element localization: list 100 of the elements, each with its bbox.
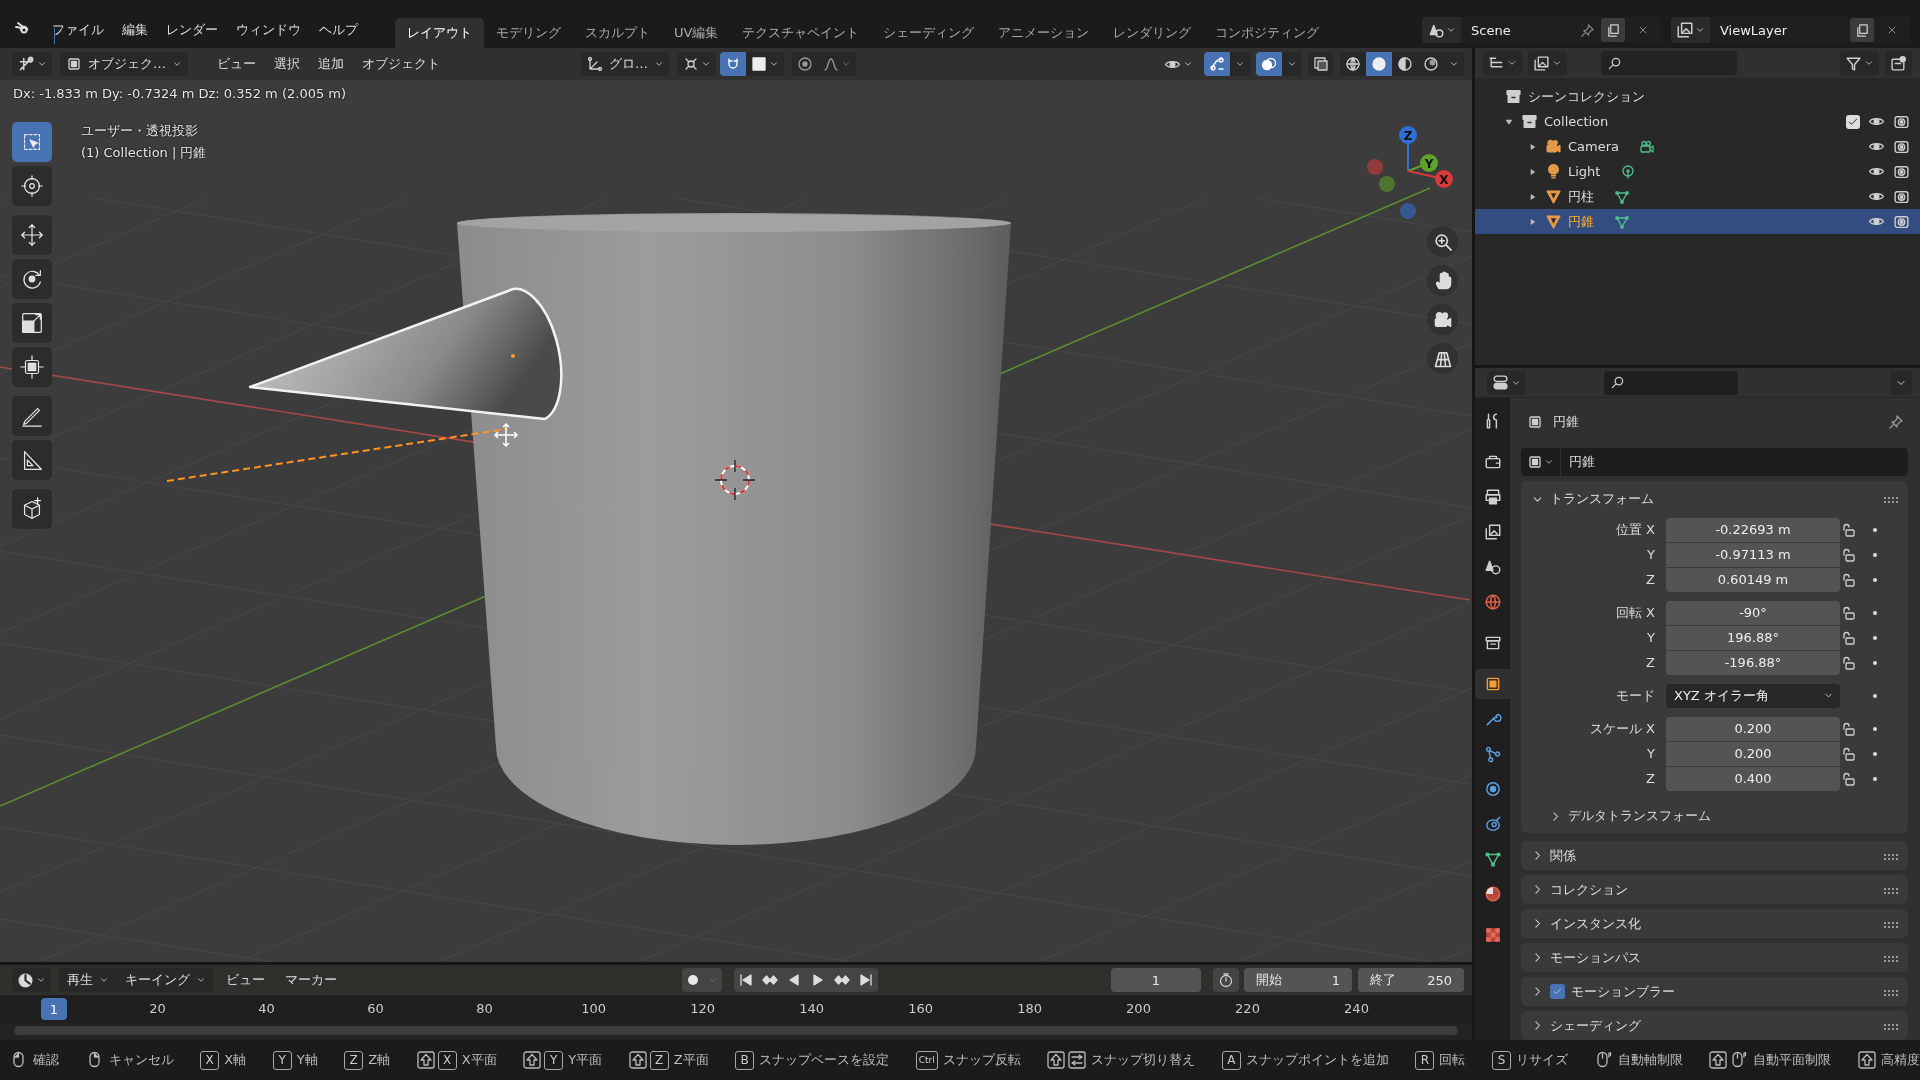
field-label: Z (1645, 771, 1656, 786)
hint-label: X軸 (224, 1051, 247, 1069)
panel-header[interactable]: トランスフォーム (1521, 481, 1908, 517)
keyboard-key: Z (649, 1050, 669, 1070)
menu-item[interactable]: レンダー (157, 12, 227, 48)
outliner-item-name[interactable]: 円錐 (1568, 212, 1594, 231)
outliner-row[interactable]: 円錐 (1475, 209, 1920, 234)
hint-label: キャンセル (108, 1051, 174, 1069)
view-layer-field[interactable]: ViewLayer (1710, 17, 1910, 43)
frame-number: 120 (690, 1001, 715, 1016)
number-field[interactable]: 196.88° (1666, 625, 1840, 650)
number-field[interactable]: -0.97113 m (1666, 542, 1840, 567)
menu-item[interactable]: 編集 (113, 12, 157, 48)
frame-number: 140 (799, 1001, 824, 1016)
orientation-dropdown[interactable]: グロ… (581, 52, 670, 76)
menu-dropdown[interactable]: キーイング (117, 968, 214, 992)
workspace-tab[interactable]: レイアウト (395, 18, 484, 48)
number-field[interactable]: -90° (1666, 600, 1840, 625)
keyboard-key: Z (344, 1050, 364, 1070)
keyboard-key: Y (272, 1050, 292, 1070)
frame-number: 200 (1126, 1001, 1151, 1016)
scene-field[interactable]: Scene (1461, 17, 1661, 43)
number-field[interactable]: 0.400 (1666, 766, 1840, 791)
field-label: 位置 X (1614, 520, 1656, 539)
hint-label: Z平面 (673, 1051, 709, 1069)
menu-item[interactable]: 選択 (265, 52, 309, 76)
start-frame-field[interactable]: 開始 1 (1244, 968, 1352, 992)
hint-label: スナップ反転 (942, 1051, 1021, 1069)
menu-item[interactable]: ビュー (208, 52, 265, 76)
panel-title: インスタンス化 (1550, 914, 1642, 933)
end-frame-field[interactable]: 終了 250 (1358, 968, 1464, 992)
workspace-tab[interactable]: スカルプト (573, 18, 662, 48)
field-label: モード (1615, 686, 1656, 705)
hint-label: 高精度 (1880, 1051, 1920, 1069)
hint-label: Y平面 (568, 1051, 603, 1069)
hint-label: Y軸 (296, 1051, 318, 1069)
hint-label: 回転 (1439, 1051, 1466, 1069)
menu-item[interactable]: ヘルプ (310, 12, 367, 48)
hint-label: スナップベースを設定 (759, 1051, 890, 1069)
frame-number: 240 (1344, 1001, 1369, 1016)
workspace-tab[interactable]: シェーディング (871, 18, 987, 48)
outliner-item-name[interactable]: Camera (1568, 139, 1620, 154)
workspace-tab[interactable]: コンポジティング (1203, 18, 1332, 48)
frame-number: 60 (367, 1001, 384, 1016)
panel-title: コレクション (1550, 880, 1629, 899)
context-name: 円錐 (1553, 412, 1580, 431)
field-label: Z (1645, 655, 1656, 670)
outliner-item-name: シーンコレクション (1528, 87, 1645, 106)
panel-header[interactable]: モーションブラー (1521, 977, 1908, 1006)
rotation-mode-dropdown[interactable]: XYZ オイラー角 (1666, 683, 1840, 708)
number-field[interactable]: 0.60149 m (1666, 567, 1840, 592)
workspace-tab[interactable]: レンダリング (1101, 18, 1204, 48)
menu-dropdown[interactable]: 再生 (59, 968, 117, 992)
number-field[interactable]: -196.88° (1666, 650, 1840, 675)
outliner-row[interactable]: 円柱 (1475, 184, 1920, 209)
hint-label: 確認 (33, 1051, 59, 1069)
object-name-field[interactable]: 円錐 (1521, 448, 1908, 476)
frame-number: 20 (149, 1001, 166, 1016)
number-field[interactable]: 0.200 (1666, 716, 1840, 741)
frame-number: 220 (1235, 1001, 1260, 1016)
panel-header[interactable]: 関係 (1521, 841, 1908, 870)
panel-title: 関係 (1550, 846, 1577, 865)
outliner-item-name[interactable]: 円柱 (1568, 187, 1594, 206)
panel-header[interactable]: モーションパス (1521, 943, 1908, 972)
number-field[interactable]: -0.22693 m (1666, 517, 1840, 542)
hint-label: 自動軸制限 (1617, 1051, 1683, 1069)
outliner-row[interactable]: Collection (1475, 109, 1920, 134)
outliner-row[interactable]: Light (1475, 159, 1920, 184)
mode-dropdown[interactable]: オブジェク… (60, 52, 188, 76)
keyboard-key: Ctrl (915, 1050, 938, 1070)
workspace-tab[interactable]: アニメーション (986, 18, 1102, 48)
panel-header[interactable]: コレクション (1521, 875, 1908, 904)
frame-number: 180 (1017, 1001, 1042, 1016)
menu-item[interactable]: マーカー (277, 968, 345, 992)
keyboard-key: R (1415, 1050, 1435, 1070)
panel-header[interactable]: シェーディング (1521, 1011, 1908, 1040)
keyboard-key: Y (544, 1050, 564, 1070)
subpanel-header[interactable]: デルタトランスフォーム (1521, 799, 1908, 833)
frame-number: 100 (581, 1001, 606, 1016)
workspace-tab[interactable]: テクスチャペイント (730, 18, 872, 48)
workspace-tab[interactable]: UV編集 (662, 18, 731, 48)
outliner-item-name[interactable]: Collection (1544, 114, 1609, 129)
number-field[interactable]: 0.200 (1666, 741, 1840, 766)
current-frame-field[interactable]: 1 (1111, 968, 1201, 992)
frame-number: 80 (476, 1001, 493, 1016)
menu-item[interactable]: ビュー (218, 968, 273, 992)
playhead[interactable]: 1 (41, 998, 67, 1020)
menu-item[interactable]: ウィンドウ (227, 12, 310, 48)
outliner-item-name[interactable]: Light (1568, 164, 1601, 179)
transform-readout: Dx: -1.833 m Dy: -0.7324 m Dz: 0.352 m (2.005 m) (13, 86, 347, 101)
menu-item[interactable]: ファイル (43, 12, 113, 48)
outliner-row[interactable]: Camera (1475, 134, 1920, 159)
hint-label: X平面 (461, 1051, 497, 1069)
hint-label: スナップポイントを追加 (1245, 1051, 1389, 1069)
workspace-tab[interactable]: モデリング (484, 18, 573, 48)
menu-item[interactable]: 追加 (309, 52, 353, 76)
hint-label: 自動平面制限 (1753, 1051, 1832, 1069)
field-label: Z (1645, 572, 1656, 587)
panel-header[interactable]: インスタンス化 (1521, 909, 1908, 938)
menu-item[interactable]: オブジェクト (353, 52, 449, 76)
